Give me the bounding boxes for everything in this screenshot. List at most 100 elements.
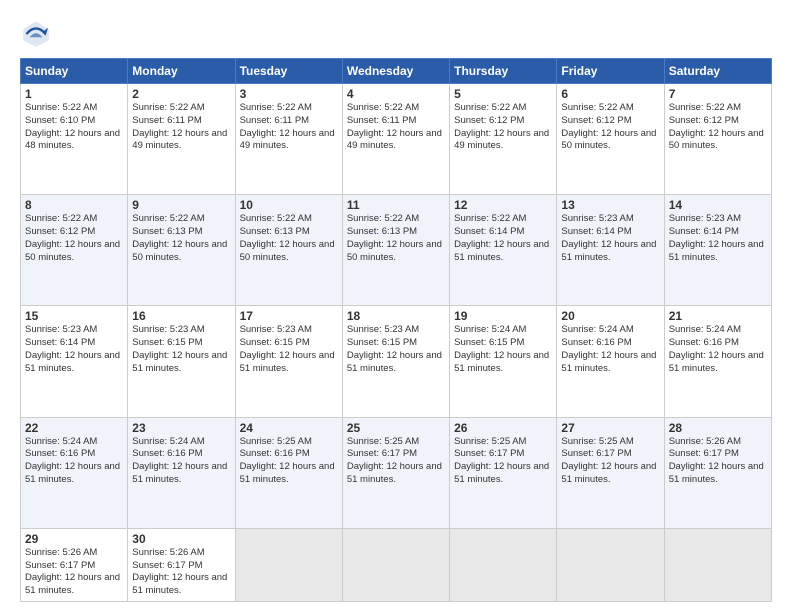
day-number: 6 <box>561 87 659 101</box>
day-number: 30 <box>132 532 230 546</box>
day-number: 24 <box>240 421 338 435</box>
day-number: 3 <box>240 87 338 101</box>
calendar-week-3: 15 Sunrise: 5:23 AMSunset: 6:14 PMDaylig… <box>21 306 772 417</box>
weekday-header-row: SundayMondayTuesdayWednesdayThursdayFrid… <box>21 59 772 84</box>
day-number: 5 <box>454 87 552 101</box>
header <box>20 18 772 50</box>
weekday-header-thursday: Thursday <box>450 59 557 84</box>
day-info: Sunrise: 5:25 AMSunset: 6:16 PMDaylight:… <box>240 436 335 485</box>
calendar-cell: 13 Sunrise: 5:23 AMSunset: 6:14 PMDaylig… <box>557 195 664 306</box>
day-info: Sunrise: 5:23 AMSunset: 6:14 PMDaylight:… <box>561 213 656 262</box>
calendar-cell: 24 Sunrise: 5:25 AMSunset: 6:16 PMDaylig… <box>235 417 342 528</box>
day-number: 25 <box>347 421 445 435</box>
calendar-cell: 6 Sunrise: 5:22 AMSunset: 6:12 PMDayligh… <box>557 84 664 195</box>
day-info: Sunrise: 5:22 AMSunset: 6:14 PMDaylight:… <box>454 213 549 262</box>
weekday-header-sunday: Sunday <box>21 59 128 84</box>
day-number: 26 <box>454 421 552 435</box>
day-number: 13 <box>561 198 659 212</box>
calendar-cell: 10 Sunrise: 5:22 AMSunset: 6:13 PMDaylig… <box>235 195 342 306</box>
day-info: Sunrise: 5:24 AMSunset: 6:16 PMDaylight:… <box>669 324 764 373</box>
calendar-week-1: 1 Sunrise: 5:22 AMSunset: 6:10 PMDayligh… <box>21 84 772 195</box>
calendar-week-4: 22 Sunrise: 5:24 AMSunset: 6:16 PMDaylig… <box>21 417 772 528</box>
weekday-header-monday: Monday <box>128 59 235 84</box>
calendar-cell: 30 Sunrise: 5:26 AMSunset: 6:17 PMDaylig… <box>128 528 235 601</box>
day-number: 21 <box>669 309 767 323</box>
day-info: Sunrise: 5:22 AMSunset: 6:10 PMDaylight:… <box>25 102 120 151</box>
calendar-cell: 14 Sunrise: 5:23 AMSunset: 6:14 PMDaylig… <box>664 195 771 306</box>
day-number: 10 <box>240 198 338 212</box>
day-info: Sunrise: 5:26 AMSunset: 6:17 PMDaylight:… <box>25 547 120 596</box>
calendar-cell: 15 Sunrise: 5:23 AMSunset: 6:14 PMDaylig… <box>21 306 128 417</box>
calendar-week-2: 8 Sunrise: 5:22 AMSunset: 6:12 PMDayligh… <box>21 195 772 306</box>
calendar-cell: 17 Sunrise: 5:23 AMSunset: 6:15 PMDaylig… <box>235 306 342 417</box>
calendar-cell: 19 Sunrise: 5:24 AMSunset: 6:15 PMDaylig… <box>450 306 557 417</box>
calendar-cell: 20 Sunrise: 5:24 AMSunset: 6:16 PMDaylig… <box>557 306 664 417</box>
day-number: 22 <box>25 421 123 435</box>
calendar-cell: 11 Sunrise: 5:22 AMSunset: 6:13 PMDaylig… <box>342 195 449 306</box>
day-number: 17 <box>240 309 338 323</box>
calendar-cell <box>235 528 342 601</box>
calendar-cell <box>342 528 449 601</box>
calendar-cell: 12 Sunrise: 5:22 AMSunset: 6:14 PMDaylig… <box>450 195 557 306</box>
day-info: Sunrise: 5:22 AMSunset: 6:13 PMDaylight:… <box>347 213 442 262</box>
day-info: Sunrise: 5:24 AMSunset: 6:16 PMDaylight:… <box>561 324 656 373</box>
day-info: Sunrise: 5:22 AMSunset: 6:11 PMDaylight:… <box>347 102 442 151</box>
day-number: 4 <box>347 87 445 101</box>
day-number: 8 <box>25 198 123 212</box>
page: SundayMondayTuesdayWednesdayThursdayFrid… <box>0 0 792 612</box>
day-number: 27 <box>561 421 659 435</box>
calendar-cell: 23 Sunrise: 5:24 AMSunset: 6:16 PMDaylig… <box>128 417 235 528</box>
day-info: Sunrise: 5:22 AMSunset: 6:12 PMDaylight:… <box>669 102 764 151</box>
day-number: 23 <box>132 421 230 435</box>
day-number: 1 <box>25 87 123 101</box>
weekday-header-saturday: Saturday <box>664 59 771 84</box>
day-info: Sunrise: 5:22 AMSunset: 6:12 PMDaylight:… <box>25 213 120 262</box>
day-info: Sunrise: 5:22 AMSunset: 6:13 PMDaylight:… <box>132 213 227 262</box>
day-info: Sunrise: 5:24 AMSunset: 6:16 PMDaylight:… <box>25 436 120 485</box>
day-info: Sunrise: 5:23 AMSunset: 6:14 PMDaylight:… <box>669 213 764 262</box>
calendar-cell: 2 Sunrise: 5:22 AMSunset: 6:11 PMDayligh… <box>128 84 235 195</box>
day-info: Sunrise: 5:26 AMSunset: 6:17 PMDaylight:… <box>132 547 227 596</box>
calendar-cell: 3 Sunrise: 5:22 AMSunset: 6:11 PMDayligh… <box>235 84 342 195</box>
day-info: Sunrise: 5:23 AMSunset: 6:15 PMDaylight:… <box>132 324 227 373</box>
day-number: 16 <box>132 309 230 323</box>
weekday-header-tuesday: Tuesday <box>235 59 342 84</box>
day-number: 9 <box>132 198 230 212</box>
day-number: 14 <box>669 198 767 212</box>
weekday-header-friday: Friday <box>557 59 664 84</box>
calendar-cell: 28 Sunrise: 5:26 AMSunset: 6:17 PMDaylig… <box>664 417 771 528</box>
day-number: 28 <box>669 421 767 435</box>
calendar-cell: 25 Sunrise: 5:25 AMSunset: 6:17 PMDaylig… <box>342 417 449 528</box>
day-info: Sunrise: 5:22 AMSunset: 6:12 PMDaylight:… <box>454 102 549 151</box>
calendar-cell: 22 Sunrise: 5:24 AMSunset: 6:16 PMDaylig… <box>21 417 128 528</box>
calendar-cell: 18 Sunrise: 5:23 AMSunset: 6:15 PMDaylig… <box>342 306 449 417</box>
day-number: 18 <box>347 309 445 323</box>
calendar-cell: 16 Sunrise: 5:23 AMSunset: 6:15 PMDaylig… <box>128 306 235 417</box>
calendar-week-5: 29 Sunrise: 5:26 AMSunset: 6:17 PMDaylig… <box>21 528 772 601</box>
day-info: Sunrise: 5:23 AMSunset: 6:15 PMDaylight:… <box>240 324 335 373</box>
day-info: Sunrise: 5:25 AMSunset: 6:17 PMDaylight:… <box>561 436 656 485</box>
day-info: Sunrise: 5:25 AMSunset: 6:17 PMDaylight:… <box>347 436 442 485</box>
day-number: 2 <box>132 87 230 101</box>
calendar-cell: 1 Sunrise: 5:22 AMSunset: 6:10 PMDayligh… <box>21 84 128 195</box>
day-info: Sunrise: 5:22 AMSunset: 6:13 PMDaylight:… <box>240 213 335 262</box>
day-info: Sunrise: 5:25 AMSunset: 6:17 PMDaylight:… <box>454 436 549 485</box>
calendar-cell: 7 Sunrise: 5:22 AMSunset: 6:12 PMDayligh… <box>664 84 771 195</box>
calendar-cell <box>557 528 664 601</box>
logo-icon <box>20 18 52 50</box>
day-number: 29 <box>25 532 123 546</box>
day-info: Sunrise: 5:24 AMSunset: 6:15 PMDaylight:… <box>454 324 549 373</box>
calendar-cell: 29 Sunrise: 5:26 AMSunset: 6:17 PMDaylig… <box>21 528 128 601</box>
calendar-cell <box>450 528 557 601</box>
day-number: 20 <box>561 309 659 323</box>
logo <box>20 18 56 50</box>
day-info: Sunrise: 5:22 AMSunset: 6:12 PMDaylight:… <box>561 102 656 151</box>
day-number: 15 <box>25 309 123 323</box>
day-info: Sunrise: 5:26 AMSunset: 6:17 PMDaylight:… <box>669 436 764 485</box>
calendar-cell: 26 Sunrise: 5:25 AMSunset: 6:17 PMDaylig… <box>450 417 557 528</box>
calendar-cell: 9 Sunrise: 5:22 AMSunset: 6:13 PMDayligh… <box>128 195 235 306</box>
day-info: Sunrise: 5:23 AMSunset: 6:14 PMDaylight:… <box>25 324 120 373</box>
calendar-cell: 5 Sunrise: 5:22 AMSunset: 6:12 PMDayligh… <box>450 84 557 195</box>
weekday-header-wednesday: Wednesday <box>342 59 449 84</box>
calendar-cell: 21 Sunrise: 5:24 AMSunset: 6:16 PMDaylig… <box>664 306 771 417</box>
